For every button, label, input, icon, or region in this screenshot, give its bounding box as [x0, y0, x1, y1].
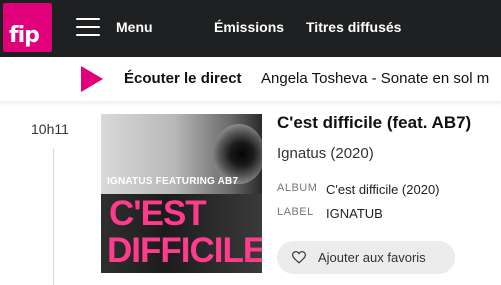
fip-logo[interactable]: fip [3, 3, 52, 52]
cover-title-line-1: C'EST [109, 194, 207, 233]
menu-icon[interactable] [76, 16, 100, 38]
track-title: C'est difficile (feat. AB7) [277, 113, 472, 132]
live-player-bar: Écouter le direct Angela Tosheva - Sonat… [0, 57, 501, 101]
listen-live-label[interactable]: Écouter le direct [124, 70, 242, 87]
cover-artist-text: IGNATUS FEATURING AB7 [107, 176, 239, 187]
nav-titres-diffuses[interactable]: Titres diffusés [306, 19, 401, 35]
album-cover: IGNATUS FEATURING AB7 C'EST DIFFICILE [101, 114, 262, 273]
live-track-title: Angela Tosheva - Sonate en sol m [261, 70, 490, 87]
top-navigation-bar: fip Menu Émissions Titres diffusés [0, 0, 501, 57]
nav-emissions[interactable]: Émissions [214, 19, 284, 35]
heart-icon [292, 251, 306, 264]
menu-button[interactable]: Menu [116, 19, 153, 35]
timeline-line [53, 148, 54, 285]
play-icon[interactable] [81, 66, 103, 92]
favorites-label: Ajouter aux favoris [318, 250, 426, 265]
label-value: IGNATUB [326, 206, 383, 221]
cover-title-line-2: DIFFICILE [107, 231, 262, 270]
album-key: ALBUM [277, 182, 318, 194]
logo-text: fip [9, 23, 40, 48]
cover-eye-graphic [213, 124, 262, 184]
label-key: LABEL [277, 206, 314, 218]
album-value: C'est difficile (2020) [326, 182, 440, 197]
track-artist-year: Ignatus (2020) [277, 145, 374, 162]
add-to-favorites-button[interactable]: Ajouter aux favoris [277, 241, 455, 274]
track-time: 10h11 [31, 121, 69, 137]
